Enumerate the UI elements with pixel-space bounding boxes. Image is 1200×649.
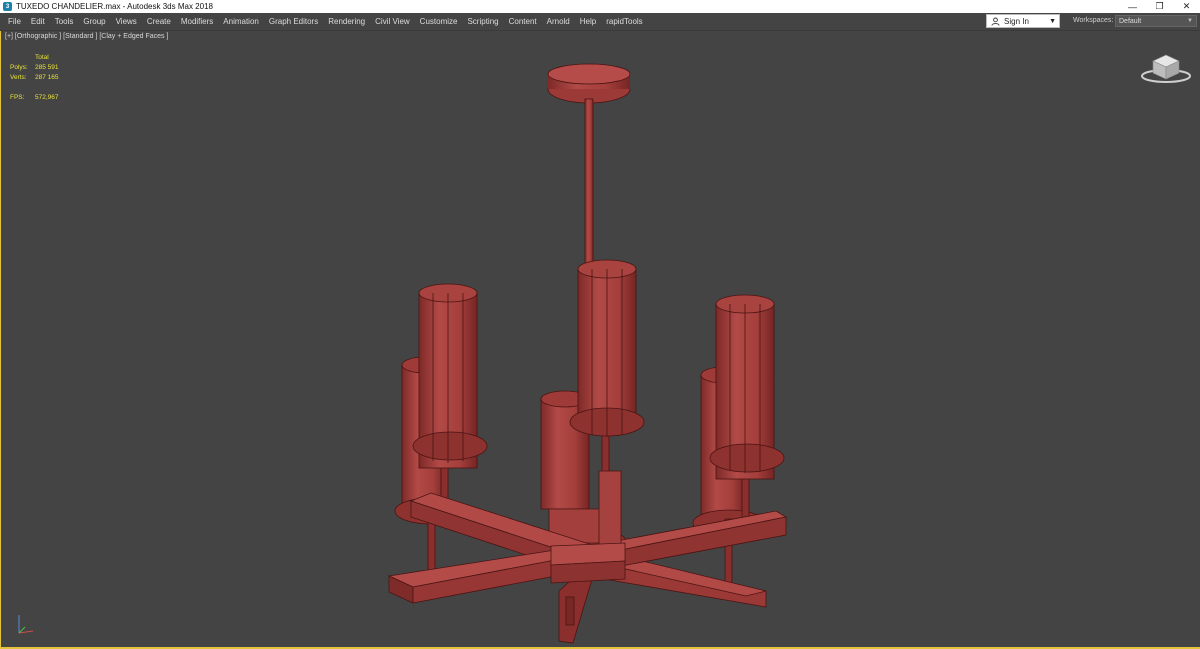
menu-help[interactable]: Help [575, 13, 601, 30]
chevron-down-icon: ▼ [1187, 18, 1193, 24]
user-icon [990, 16, 1000, 26]
workspaces-label: Workspaces: [1073, 17, 1114, 24]
menu-rapidtools[interactable]: rapidTools [601, 13, 647, 30]
sign-in-label: Sign In [1004, 16, 1029, 26]
menu-tools[interactable]: Tools [50, 13, 79, 30]
polys-label: Polys: [10, 64, 28, 71]
menu-group[interactable]: Group [78, 13, 110, 30]
polys-value: 285 591 [35, 64, 59, 71]
statistics-overlay: Total Polys: 285 591 Verts: 287 165 FPS: 57… [10, 53, 59, 103]
chandelier-model[interactable] [1, 31, 1200, 649]
menu-edit[interactable]: Edit [26, 13, 50, 30]
menu-civil-view[interactable]: Civil View [370, 13, 415, 30]
perspective-viewport[interactable]: [+] [Orthographic ] [Standard ] [Clay + … [0, 31, 1200, 649]
minimize-icon[interactable]: — [1119, 0, 1146, 13]
window-controls: — ❐ ✕ [1119, 0, 1200, 13]
menu-modifiers[interactable]: Modifiers [176, 13, 218, 30]
3ds-max-icon[interactable]: 3 [3, 2, 12, 11]
title-bar: 3 TUXEDO CHANDELIER.max - Autodesk 3ds M… [0, 0, 1200, 13]
menu-content[interactable]: Content [504, 13, 542, 30]
viewport-label[interactable]: [+] [Orthographic ] [Standard ] [Clay + … [5, 33, 168, 40]
fps-label: FPS: [10, 94, 25, 101]
menu-views[interactable]: Views [111, 13, 142, 30]
chevron-down-icon: ▼ [1049, 17, 1056, 25]
fps-value: 572,967 [35, 94, 59, 101]
menu-graph-editors[interactable]: Graph Editors [264, 13, 323, 30]
verts-label: Verts: [10, 74, 27, 81]
sign-in-dropdown[interactable]: Sign In ▼ [986, 14, 1060, 28]
viewcube-icon[interactable] [1139, 47, 1193, 85]
menu-animation[interactable]: Animation [218, 13, 264, 30]
stats-header: Total [35, 54, 49, 61]
menu-scripting[interactable]: Scripting [462, 13, 503, 30]
restore-icon[interactable]: ❐ [1146, 0, 1173, 13]
close-icon[interactable]: ✕ [1173, 0, 1200, 13]
verts-value: 287 165 [35, 74, 59, 81]
menu-create[interactable]: Create [142, 13, 176, 30]
workspaces-value: Default [1119, 17, 1142, 25]
menu-arnold[interactable]: Arnold [542, 13, 575, 30]
window-title: TUXEDO CHANDELIER.max - Autodesk 3ds Max… [16, 2, 213, 11]
menu-customize[interactable]: Customize [415, 13, 463, 30]
menu-rendering[interactable]: Rendering [323, 13, 370, 30]
menu-file[interactable]: File [0, 13, 26, 30]
workspaces-select[interactable]: Default ▼ [1115, 15, 1197, 27]
axis-tripod-icon [18, 615, 34, 634]
